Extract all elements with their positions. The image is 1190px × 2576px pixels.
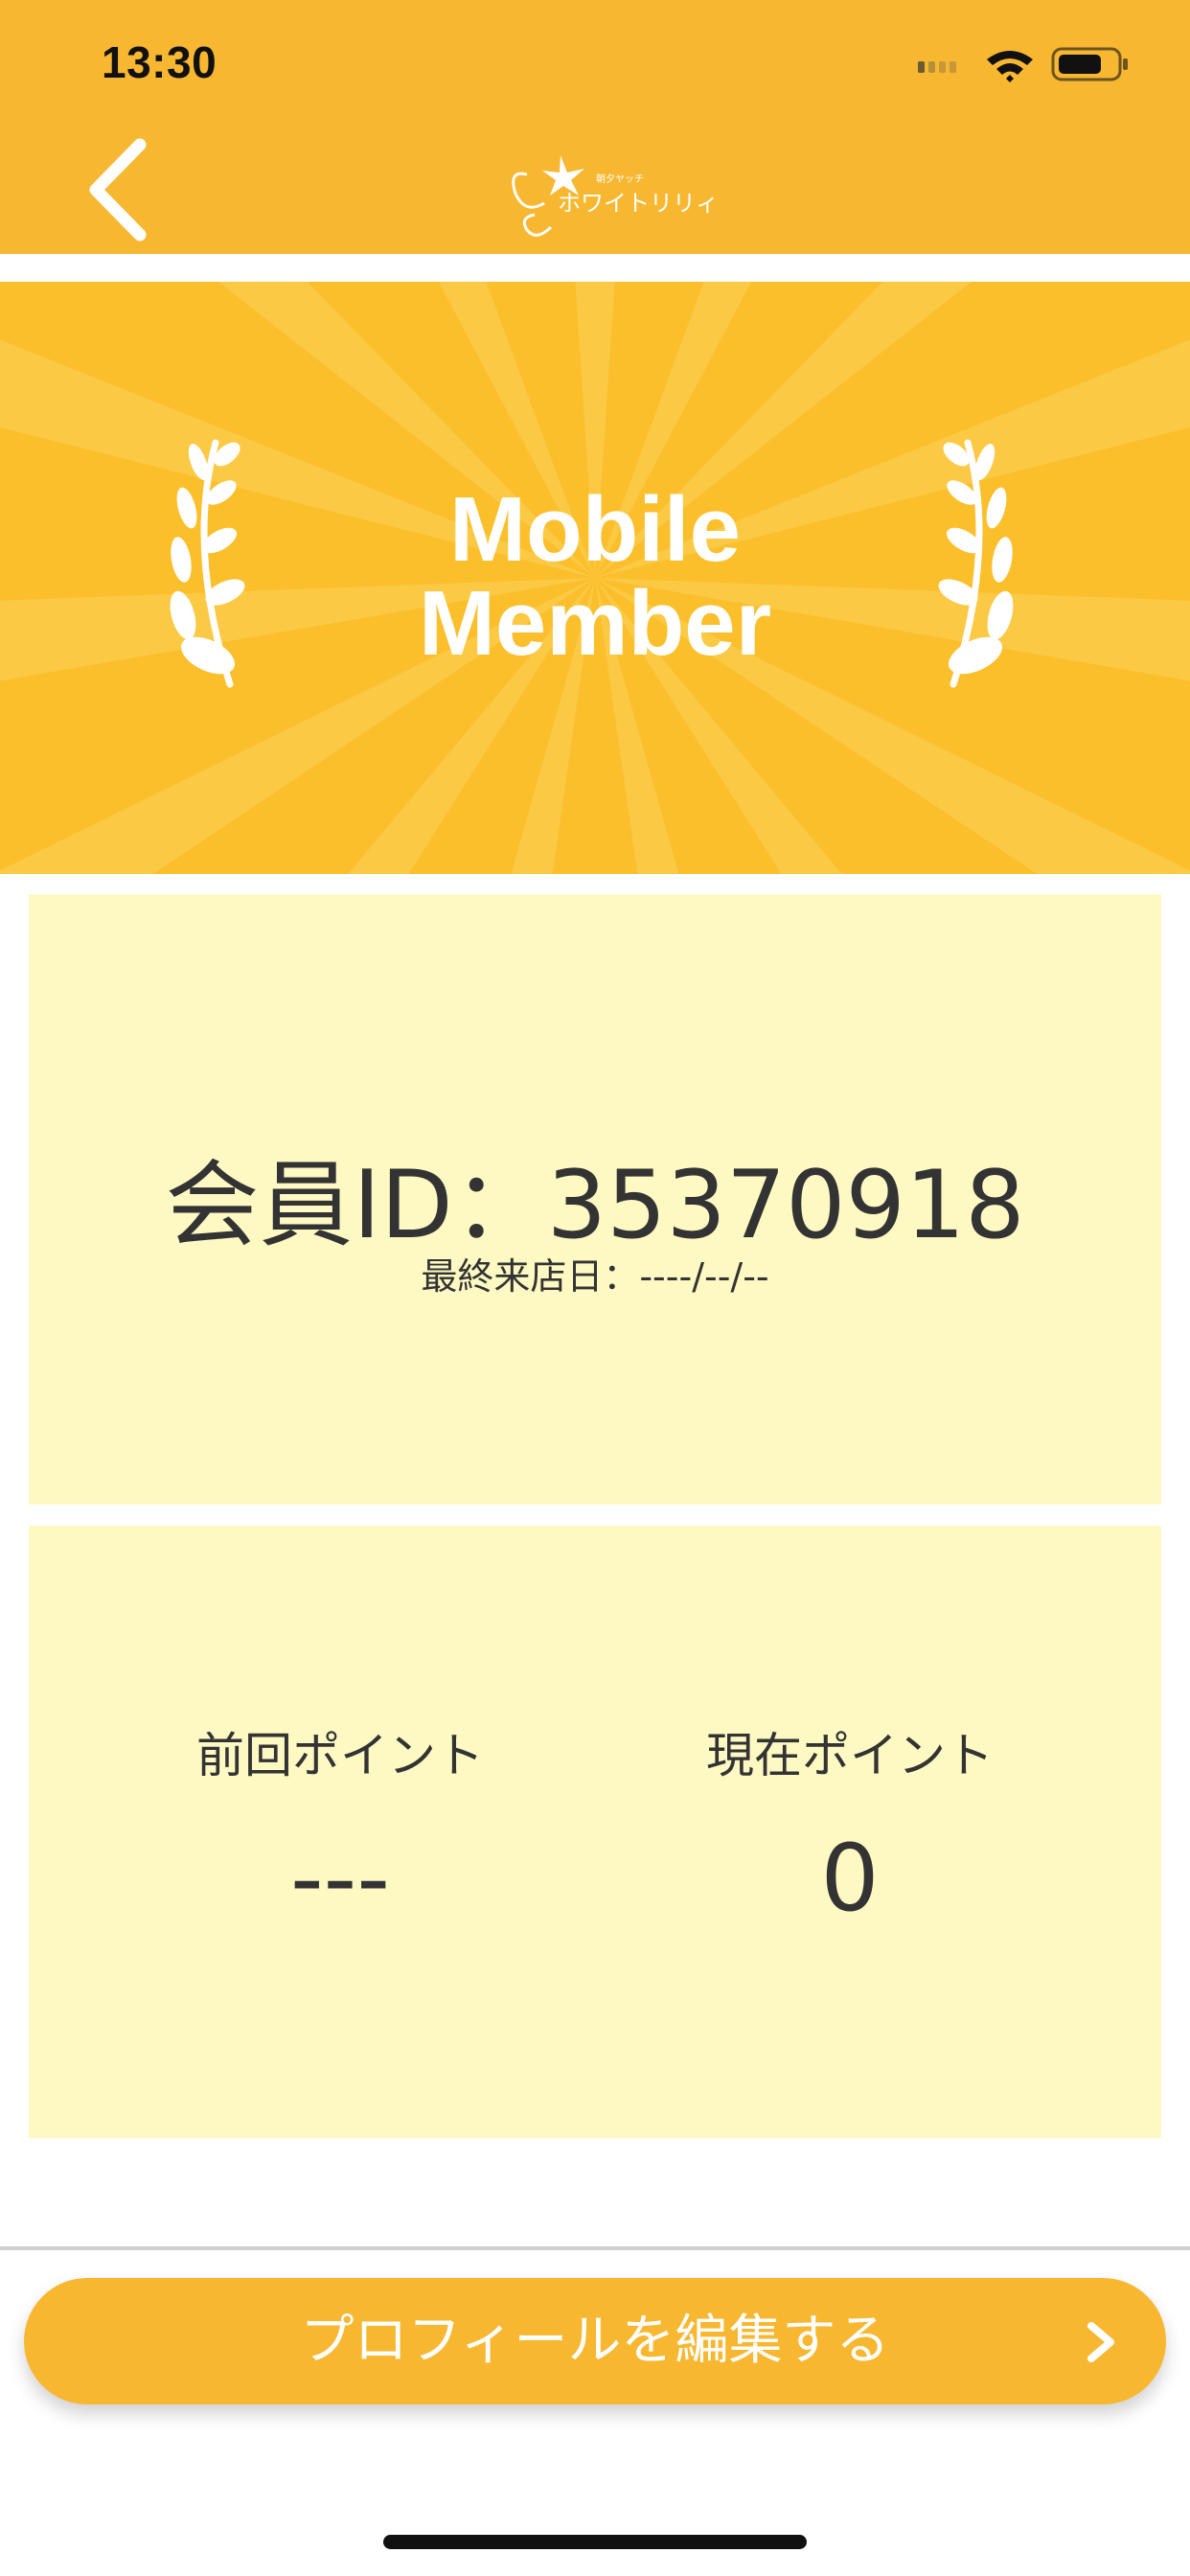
edit-profile-button[interactable]: プロフィールを編集する xyxy=(24,2278,1166,2404)
chevron-left-icon[interactable] xyxy=(84,137,151,242)
signal-icon xyxy=(918,61,956,73)
home-indicator xyxy=(383,2535,807,2549)
status-time: 13:30 xyxy=(102,37,217,87)
logo-text: ホワイトリリィ xyxy=(558,190,719,217)
member-id: 会員ID：35370918 xyxy=(165,1151,1025,1260)
edit-profile-label: プロフィールを編集する xyxy=(300,2310,890,2372)
wifi-icon xyxy=(987,51,1033,82)
laurel-right-icon xyxy=(938,439,1014,688)
member-screen: 13:30 朝夕ヤッチ ホワイトリリィ Mobile Member 会員ID：3… xyxy=(0,0,1190,2576)
member-id-card: 会員ID：35370918 最終来店日：----/--/-- xyxy=(29,894,1161,1505)
current-points: 現在ポイント 0 xyxy=(591,1717,1109,1932)
last-visit-date: 最終来店日：----/--/-- xyxy=(421,1255,769,1298)
mobile-member-banner: Mobile Member xyxy=(0,282,1190,874)
current-points-label: 現在ポイント xyxy=(706,1728,994,1783)
battery-icon xyxy=(1051,47,1128,81)
previous-points-label: 前回ポイント xyxy=(196,1728,484,1783)
chevron-right-icon xyxy=(1087,2322,1114,2362)
previous-points-value: --- xyxy=(290,1825,390,1932)
app-header: 13:30 朝夕ヤッチ ホワイトリリィ xyxy=(0,0,1190,254)
points-card: 前回ポイント --- 現在ポイント 0 xyxy=(29,1526,1161,2138)
current-points-value: 0 xyxy=(820,1825,880,1932)
status-icons xyxy=(918,47,1128,82)
logo-small-text: 朝夕ヤッチ xyxy=(596,174,644,185)
previous-points: 前回ポイント --- xyxy=(81,1717,599,1932)
